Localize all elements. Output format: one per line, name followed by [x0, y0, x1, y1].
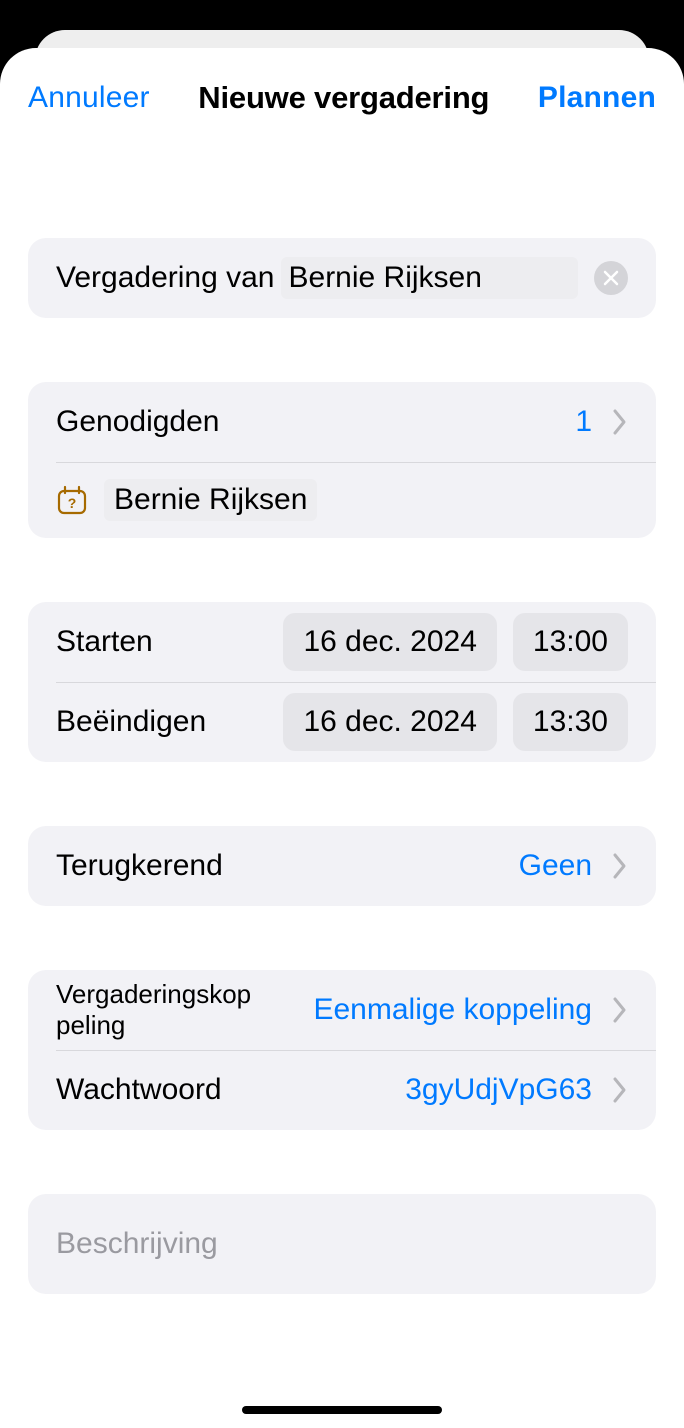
description-placeholder: Beschrijving	[56, 1227, 218, 1261]
end-row: Beëindigen 16 dec. 2024 13:30	[28, 682, 656, 762]
meeting-title-field[interactable]: Vergadering van Bernie Rijksen	[28, 238, 656, 318]
meeting-title-prefix: Vergadering van	[56, 261, 275, 295]
description-field[interactable]: Beschrijving	[28, 1194, 656, 1294]
password-value: 3gyUdjVpG63	[405, 1073, 592, 1107]
start-time-picker[interactable]: 13:00	[513, 613, 628, 671]
description-group: Beschrijving	[28, 1194, 656, 1294]
chevron-right-icon	[612, 408, 628, 436]
start-date-picker[interactable]: 16 dec. 2024	[283, 613, 496, 671]
end-label: Beëindigen	[56, 705, 206, 739]
clear-title-icon[interactable]	[594, 261, 628, 295]
svg-text:?: ?	[68, 495, 77, 511]
recurring-row[interactable]: Terugkerend Geen	[28, 826, 656, 906]
password-label: Wachtwoord	[56, 1073, 222, 1107]
end-date-picker[interactable]: 16 dec. 2024	[283, 693, 496, 751]
chevron-right-icon	[612, 1076, 628, 1104]
start-row: Starten 16 dec. 2024 13:00	[28, 602, 656, 682]
password-row[interactable]: Wachtwoord 3gyUdjVpG63	[28, 1050, 656, 1130]
navigation-bar: Annuleer Nieuwe vergadering Plannen	[0, 68, 684, 126]
meeting-link-label: Vergaderingskoppeling	[56, 979, 256, 1041]
invitee-chip-row[interactable]: ? Bernie Rijksen	[28, 462, 656, 538]
home-indicator[interactable]	[242, 1406, 442, 1414]
invitees-label: Genodigden	[56, 405, 219, 439]
modal-sheet: Annuleer Nieuwe vergadering Plannen Verg…	[0, 48, 684, 1428]
meeting-link-row[interactable]: Vergaderingskoppeling Eenmalige koppelin…	[28, 970, 656, 1050]
plan-button[interactable]: Plannen	[538, 81, 656, 115]
invitees-row[interactable]: Genodigden 1	[28, 382, 656, 462]
link-password-group: Vergaderingskoppeling Eenmalige koppelin…	[28, 970, 656, 1130]
invitees-count: 1	[575, 405, 592, 439]
datetime-group: Starten 16 dec. 2024 13:00 Beëindigen 16…	[28, 602, 656, 762]
start-label: Starten	[56, 625, 153, 659]
cancel-button[interactable]: Annuleer	[28, 81, 150, 115]
calendar-question-icon: ?	[56, 484, 88, 516]
meeting-link-value: Eenmalige koppeling	[313, 993, 592, 1027]
page-title: Nieuwe vergadering	[198, 80, 489, 116]
form-content: Vergadering van Bernie Rijksen Genodigde…	[0, 126, 684, 1428]
invitee-name-chip: Bernie Rijksen	[104, 479, 317, 521]
meeting-title-name: Bernie Rijksen	[281, 257, 579, 299]
chevron-right-icon	[612, 852, 628, 880]
recurring-value: Geen	[519, 849, 592, 883]
chevron-right-icon	[612, 996, 628, 1024]
invitees-group: Genodigden 1 ? Bernie Rijksen	[28, 382, 656, 538]
recurring-label: Terugkerend	[56, 849, 223, 883]
meeting-title-group: Vergadering van Bernie Rijksen	[28, 238, 656, 318]
recurring-group: Terugkerend Geen	[28, 826, 656, 906]
end-time-picker[interactable]: 13:30	[513, 693, 628, 751]
